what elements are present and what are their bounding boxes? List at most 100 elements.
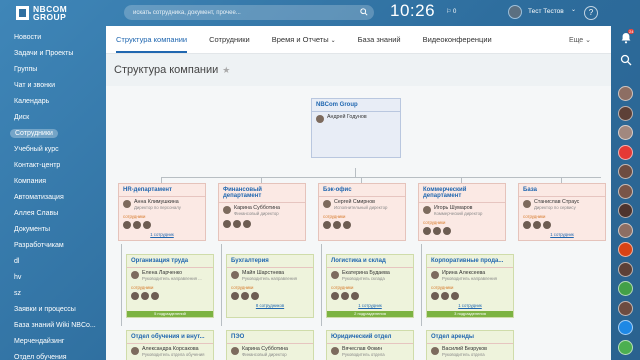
org-root-card[interactable]: NBCom Group Андрей Годунов [311, 98, 401, 158]
sidebar-item[interactable]: Автоматизация [0, 190, 106, 206]
subdivision-card[interactable]: ПЭО Карина Субботина Финансовый директор [226, 330, 314, 360]
card-title[interactable]: Коммерческий департамент [419, 184, 505, 203]
subdivision-card[interactable]: Бухгалтерия Майя Шарстнева Руководитель на… [226, 254, 314, 318]
subdivision-badge[interactable]: 5 подразделений [127, 311, 213, 317]
sidebar-item[interactable]: Контакт-центр [0, 158, 106, 174]
contact-avatar[interactable] [618, 203, 633, 218]
search-input[interactable]: искать сотрудника, документ, прочее... [124, 5, 374, 20]
sidebar-item[interactable]: Аллея Славы [0, 206, 106, 222]
card-title[interactable]: Отдел обучения и внут... [127, 331, 213, 344]
employee-avatars[interactable] [327, 290, 413, 302]
card-title[interactable]: Бэк-офис [319, 184, 405, 197]
sidebar-item[interactable]: Сотрудники [0, 126, 106, 142]
card-title[interactable]: Финансовый департамент [219, 184, 305, 203]
search-icon[interactable] [620, 54, 632, 66]
card-title[interactable]: ПЭО [227, 331, 313, 344]
work-status-flag[interactable]: ⚐ 0 [446, 8, 456, 15]
sidebar-item[interactable]: Документы [0, 222, 106, 238]
tab-4[interactable]: Видеоконференции [423, 35, 492, 53]
tab-2[interactable]: Время и Отчеты ⌄ [272, 35, 336, 53]
sidebar-item[interactable]: Мерчендайзинг [0, 334, 106, 350]
sidebar-item[interactable]: Отдел обучения [0, 350, 106, 360]
employee-avatars[interactable] [227, 290, 313, 302]
card-title[interactable]: Юридический отдел [327, 331, 413, 344]
card-title[interactable]: HR-департамент [119, 184, 205, 197]
card-title[interactable]: База [519, 184, 605, 197]
card-head[interactable]: Вячеслав Фокин Руководитель отдела [327, 344, 413, 359]
company-logo[interactable]: NBCOM GROUP [16, 4, 88, 22]
employee-avatars[interactable] [419, 225, 505, 237]
sidebar-item[interactable]: Чат и звонки [0, 78, 106, 94]
contact-avatar[interactable] [618, 242, 633, 257]
sidebar-item[interactable]: sz [0, 286, 106, 302]
contact-avatar[interactable] [618, 125, 633, 140]
contact-avatar[interactable] [618, 86, 633, 101]
subdivision-card[interactable]: Отдел аренды Василий Безруков Руководитель… [426, 330, 514, 360]
card-head[interactable]: Карина Субботина Финансовый директор [219, 203, 305, 218]
card-head[interactable]: Карина Субботина Финансовый директор [227, 344, 313, 359]
star-icon[interactable]: ★ [222, 65, 230, 75]
sidebar-item[interactable]: Календарь [0, 94, 106, 110]
subdivision-badge[interactable]: 3 подразделения [427, 311, 513, 317]
sidebar-item[interactable]: Группы [0, 62, 106, 78]
contact-avatar[interactable] [618, 144, 633, 160]
card-head[interactable]: Сергей Смирнов Исполнительный директор [319, 197, 405, 212]
card-head[interactable]: Александра Корсакова Руководитель отдела … [127, 344, 213, 359]
sidebar-item[interactable]: dl [0, 254, 106, 270]
subdivision-card[interactable]: Юридический отдел Вячеслав Фокин Руководит… [326, 330, 414, 360]
contact-avatar[interactable] [618, 222, 633, 238]
search-icon[interactable] [360, 8, 368, 16]
contact-avatar[interactable] [618, 164, 633, 179]
department-card[interactable]: База Станислав Страус Директор по сервису с… [518, 183, 606, 241]
sidebar-item[interactable]: Заявки и процессы [0, 302, 106, 318]
card-head[interactable]: Василий Безруков Руководитель отдела [427, 344, 513, 359]
sidebar-item[interactable]: Новости [0, 30, 106, 46]
card-head[interactable]: Екатерина Будаева Руководитель склада [327, 268, 413, 283]
card-title[interactable]: Отдел аренды [427, 331, 513, 344]
sidebar-item[interactable]: Учебный курс [0, 142, 106, 158]
sidebar-item[interactable]: Компания [0, 174, 106, 190]
subdivision-card[interactable]: Отдел обучения и внут... Александра Корса… [126, 330, 214, 360]
org-root-title[interactable]: NBCom Group [312, 99, 400, 112]
sidebar-item[interactable]: Задачи и Проекты [0, 46, 106, 62]
tab-0[interactable]: Структура компании [116, 35, 188, 53]
tab-1[interactable]: Сотрудники [209, 35, 250, 53]
employee-avatars[interactable] [319, 219, 405, 231]
employee-count-link[interactable]: 1 сотрудник [327, 303, 413, 308]
contact-avatar[interactable] [618, 261, 633, 277]
subdivision-card[interactable]: Логистика и склад Екатерина Будаева Руково… [326, 254, 414, 318]
card-head[interactable]: Елена Ларченко Руководитель направления .… [127, 268, 213, 283]
card-head[interactable]: Анна Климушкина Директор по персоналу [119, 197, 205, 212]
employee-avatars[interactable] [127, 290, 213, 302]
employee-avatars[interactable] [519, 219, 605, 231]
department-card[interactable]: Бэк-офис Сергей Смирнов Исполнительный дир… [318, 183, 406, 241]
sidebar-item[interactable]: База знаний Wiki NBCo... [0, 318, 106, 334]
department-card[interactable]: HR-департамент Анна Климушкина Директор по… [118, 183, 206, 241]
user-avatar[interactable] [508, 5, 522, 19]
card-title[interactable]: Бухгалтерия [227, 255, 313, 268]
contact-avatar[interactable] [618, 320, 633, 335]
subdivision-badge[interactable]: 2 подразделения [327, 311, 413, 317]
card-title[interactable]: Логистика и склад [327, 255, 413, 268]
subdivision-card[interactable]: Корпоративные прода... Ирина Алексеева Рук… [426, 254, 514, 318]
tab-more[interactable]: Еще ⌄ [569, 36, 591, 44]
chevron-down-icon[interactable]: ⌄ [571, 6, 576, 13]
department-card[interactable]: Финансовый департамент Карина Субботина Фи… [218, 183, 306, 241]
card-head[interactable]: Игорь Шумаров Коммерческий директор [419, 203, 505, 218]
card-title[interactable]: Корпоративные прода... [427, 255, 513, 268]
department-card[interactable]: Коммерческий департамент Игорь Шумаров Ком… [418, 183, 506, 241]
sidebar-item[interactable]: Разработчикам [0, 238, 106, 254]
employee-count-link[interactable]: 1 сотрудник [427, 303, 513, 308]
org-root-head[interactable]: Андрей Годунов [312, 112, 400, 125]
contact-avatar[interactable] [618, 281, 633, 296]
subdivision-card[interactable]: Организация труда Елена Ларченко Руководит… [126, 254, 214, 318]
contact-avatar[interactable] [618, 300, 633, 316]
sidebar-item[interactable]: hv [0, 270, 106, 286]
employee-count-link[interactable]: 1 сотрудник [119, 232, 205, 237]
help-icon[interactable]: ? [584, 6, 598, 20]
employee-avatars[interactable] [119, 219, 205, 231]
card-title[interactable]: Организация труда [127, 255, 213, 268]
employee-avatars[interactable] [219, 218, 305, 230]
employee-count-link[interactable]: 1 сотрудник [519, 232, 605, 237]
card-head[interactable]: Станислав Страус Директор по сервису [519, 197, 605, 212]
